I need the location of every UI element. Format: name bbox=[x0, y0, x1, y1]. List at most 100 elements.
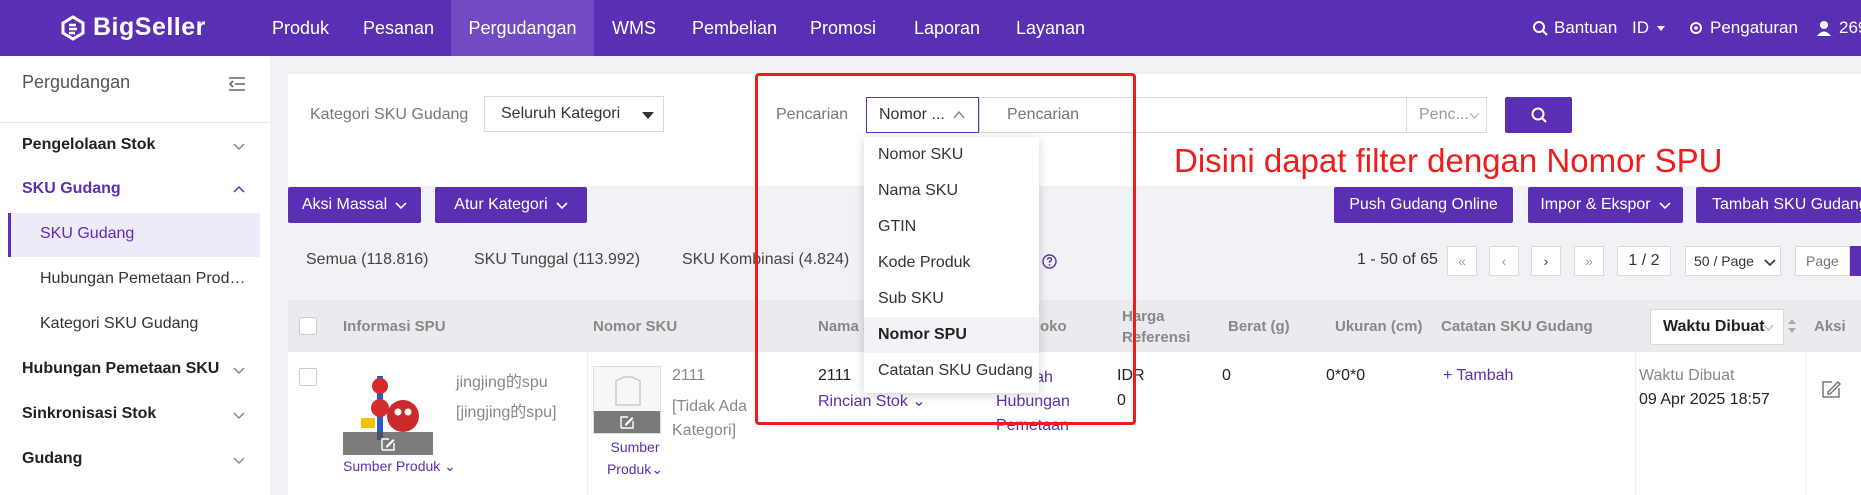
goto-page-input[interactable] bbox=[1795, 246, 1850, 276]
nav-wms[interactable]: WMS bbox=[594, 0, 674, 56]
bulk-action-label: Aksi Massal bbox=[301, 196, 388, 213]
spu-alias: [jingjing的spu] bbox=[456, 404, 557, 421]
set-category-label: Atur Kategori bbox=[454, 196, 548, 213]
page-indicator: 1 / 2 bbox=[1617, 246, 1671, 276]
chevron-down-icon bbox=[395, 202, 407, 210]
category-select[interactable]: Seluruh Kategori bbox=[484, 96, 664, 132]
nav-produk[interactable]: Produk bbox=[254, 0, 347, 56]
pagination-range: 1 - 50 of 65 bbox=[1357, 251, 1438, 268]
chevron-down-icon bbox=[1469, 112, 1480, 119]
settings-label: Pengaturan bbox=[1710, 18, 1798, 37]
chevron-down-icon bbox=[1763, 324, 1774, 331]
sort-value: Waktu Dibuat bbox=[1663, 318, 1765, 335]
search-icon bbox=[1533, 21, 1548, 36]
category-filter-label: Kategori SKU Gudang bbox=[310, 106, 469, 123]
collapse-sidebar-icon[interactable] bbox=[228, 76, 246, 92]
help-link[interactable]: Bantuan bbox=[1532, 0, 1617, 56]
chevron-down-icon bbox=[233, 367, 245, 375]
import-export-label: Impor & Ekspor bbox=[1540, 196, 1651, 213]
edit-icon bbox=[381, 437, 395, 451]
chevron-down-icon bbox=[233, 412, 245, 420]
sidebar-active-marker bbox=[8, 213, 11, 257]
per-page-value: 50 / Page bbox=[1694, 253, 1754, 269]
push-online-warehouse-button[interactable]: Push Gudang Online bbox=[1334, 187, 1513, 223]
edit-image-overlay[interactable] bbox=[594, 411, 660, 433]
chevron-down-icon bbox=[1659, 202, 1671, 210]
help-label: Bantuan bbox=[1554, 18, 1618, 37]
row-divider bbox=[1805, 352, 1806, 495]
nav-pembelian[interactable]: Pembelian bbox=[674, 0, 795, 56]
logo[interactable]: BigSeller bbox=[60, 13, 206, 42]
sidebar-item-hubungan-pemetaan-produk[interactable]: Hubungan Pemetaan Produ... bbox=[40, 270, 250, 288]
col-weight: Berat (g) bbox=[1228, 318, 1290, 335]
user-menu[interactable]: 269 bbox=[1815, 0, 1861, 56]
sort-arrows-icon[interactable] bbox=[1787, 318, 1797, 334]
top-navbar: BigSeller Produk Pesanan Pergudangan WMS… bbox=[0, 0, 1861, 56]
weight-value: 0 bbox=[1222, 367, 1231, 384]
sidebar-item-kategori-sku-gudang[interactable]: Kategori SKU Gudang bbox=[40, 315, 198, 333]
search-mode-select[interactable]: Penc... bbox=[1406, 97, 1487, 133]
search-button[interactable] bbox=[1505, 97, 1572, 133]
logo-text: BigSeller bbox=[93, 13, 206, 41]
spu-name: jingjing的spu bbox=[456, 374, 548, 391]
nav-layanan[interactable]: Layanan bbox=[998, 0, 1103, 56]
per-page-select[interactable]: 50 / Page bbox=[1685, 246, 1781, 276]
category-select-value: Seluruh Kategori bbox=[501, 105, 621, 122]
sidebar-divider bbox=[0, 122, 270, 123]
chevron-down-icon bbox=[556, 202, 568, 210]
sidebar-title: Pergudangan bbox=[22, 72, 131, 92]
tab-all[interactable]: Semua (118.816) bbox=[306, 251, 428, 269]
goto-page-button[interactable] bbox=[1850, 246, 1861, 276]
user-icon bbox=[1817, 21, 1831, 36]
sidebar-item-hubungan-pemetaan-sku[interactable]: Hubungan Pemetaan SKU bbox=[22, 360, 219, 378]
tab-single-sku[interactable]: SKU Tunggal (113.992) bbox=[474, 251, 640, 269]
sidebar-item-sku-gudang[interactable]: SKU Gudang bbox=[40, 225, 134, 243]
first-page-button[interactable]: « bbox=[1447, 246, 1477, 276]
bulk-action-button[interactable]: Aksi Massal bbox=[288, 187, 421, 223]
sidebar-item-pengelolaan-stok[interactable]: Pengelolaan Stok bbox=[22, 136, 155, 154]
product-source-link[interactable]: Sumber Produk ⌄ bbox=[343, 458, 456, 475]
language-label: ID bbox=[1632, 18, 1649, 37]
language-selector[interactable]: ID bbox=[1632, 0, 1667, 56]
edit-image-overlay[interactable] bbox=[343, 432, 433, 455]
highlight-box bbox=[755, 73, 1136, 425]
col-action: Aksi bbox=[1814, 318, 1846, 335]
sku-image-placeholder[interactable] bbox=[593, 366, 661, 434]
col-warehouse-note: Catatan SKU Gudang bbox=[1441, 318, 1593, 335]
row-checkbox[interactable] bbox=[299, 368, 317, 386]
prev-page-button[interactable]: ‹ bbox=[1489, 246, 1519, 276]
select-all-checkbox[interactable] bbox=[299, 317, 317, 335]
last-page-button[interactable]: » bbox=[1574, 246, 1604, 276]
edit-icon[interactable] bbox=[1820, 378, 1842, 400]
size-value: 0*0*0 bbox=[1326, 367, 1366, 384]
import-export-button[interactable]: Impor & Ekspor bbox=[1528, 187, 1683, 223]
add-warehouse-sku-button[interactable]: Tambah SKU Gudang bbox=[1696, 187, 1861, 223]
nav-pergudangan[interactable]: Pergudangan bbox=[451, 0, 594, 56]
set-category-button[interactable]: Atur Kategori bbox=[435, 187, 587, 223]
sidebar-item-gudang[interactable]: Gudang bbox=[22, 450, 82, 468]
nav-laporan[interactable]: Laporan bbox=[896, 0, 998, 56]
image-placeholder-icon bbox=[615, 376, 641, 406]
sidebar-item-sku-gudang-group[interactable]: SKU Gudang bbox=[22, 180, 121, 198]
nav-pesanan[interactable]: Pesanan bbox=[345, 0, 452, 56]
sort-select[interactable]: Waktu Dibuat bbox=[1650, 309, 1784, 345]
gear-icon bbox=[1690, 22, 1702, 34]
sku-category: [Tidak Ada Kategori] bbox=[672, 398, 748, 439]
add-note-link[interactable]: + Tambah bbox=[1443, 367, 1513, 385]
col-size: Ukuran (cm) bbox=[1335, 318, 1423, 335]
search-mode-value: Penc... bbox=[1419, 106, 1469, 123]
bigseller-logo-icon bbox=[61, 14, 85, 41]
sidebar: Pergudangan Pengelolaan Stok SKU Gudang … bbox=[0, 56, 270, 495]
sku-number: 2111 bbox=[672, 367, 706, 384]
next-page-button[interactable]: › bbox=[1531, 246, 1561, 276]
nav-promosi[interactable]: Promosi bbox=[792, 0, 894, 56]
caret-down-icon bbox=[1657, 26, 1665, 31]
sku-source-label: Sumber Produk bbox=[606, 439, 660, 477]
chevron-down-icon bbox=[1764, 259, 1776, 267]
created-value: 09 Apr 2025 18:57 bbox=[1639, 391, 1770, 408]
settings-link[interactable]: Pengaturan bbox=[1688, 0, 1798, 56]
sku-source-link[interactable]: Sumber Produk⌄ bbox=[605, 436, 665, 480]
sidebar-item-sinkronisasi-stok[interactable]: Sinkronisasi Stok bbox=[22, 405, 156, 423]
row-divider bbox=[587, 352, 588, 495]
row-divider bbox=[1635, 352, 1636, 495]
